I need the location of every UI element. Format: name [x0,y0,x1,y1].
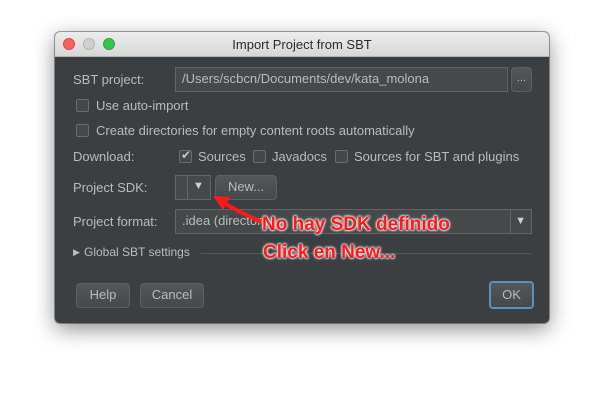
annotation-arrow [213,196,264,224]
annotation-line1: No hay SDK definido [262,214,450,235]
annotation-line2: Click en New... [263,242,396,263]
